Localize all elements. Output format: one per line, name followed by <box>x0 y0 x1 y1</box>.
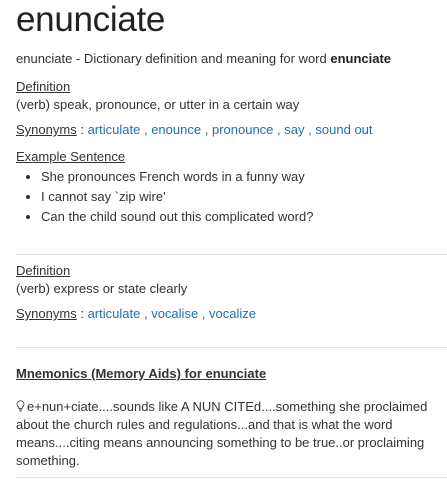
mnemonics-section: Mnemonics (Memory Aids) for enunciate e+… <box>16 366 441 470</box>
synonyms-line: Synonyms : articulate , enounce , pronou… <box>16 122 373 137</box>
example-item: I cannot say `zip wire' <box>41 187 447 207</box>
example-item: Can the child sound out this complicated… <box>41 207 447 227</box>
definition-block-2: Definition (verb) express or state clear… <box>16 263 256 322</box>
definition-label: Definition <box>16 79 71 94</box>
section-divider <box>16 254 447 255</box>
synonyms-line: Synonyms : articulate , vocalise , vocal… <box>16 306 257 321</box>
synonyms-colon: : <box>80 122 84 137</box>
section-divider <box>16 347 447 348</box>
mnemonic-entry: e+nun+ciate....sounds like A NUN CITEd..… <box>16 398 441 470</box>
word-title: enunciate <box>16 0 166 39</box>
synonym-link-pronounce[interactable]: pronounce <box>212 122 273 137</box>
synonym-link-sound-out[interactable]: sound out <box>315 122 372 137</box>
summary-line: enunciate - Dictionary definition and me… <box>16 51 447 67</box>
dictionary-page: enunciate enunciate - Dictionary definit… <box>0 0 447 480</box>
section-divider <box>16 477 447 478</box>
example-list: She pronounces French words in a funny w… <box>16 167 447 227</box>
synonym-link-say[interactable]: say <box>284 122 304 137</box>
summary-word: enunciate <box>330 51 392 66</box>
synonyms-label: Synonyms <box>16 306 77 321</box>
mnemonic-text: e+nun+ciate....sounds like A NUN CITEd..… <box>16 399 428 468</box>
synonym-link-articulate[interactable]: articulate <box>88 122 141 137</box>
definition-text: (verb) speak, pronounce, or utter in a c… <box>16 97 300 112</box>
definition-text: (verb) express or state clearly <box>16 281 188 296</box>
example-sentence-label: Example Sentence <box>16 149 126 164</box>
synonym-link-vocalize[interactable]: vocalize <box>209 306 256 321</box>
definition-label: Definition <box>16 263 71 278</box>
definition-block-1: Definition (verb) speak, pronounce, or u… <box>16 79 447 227</box>
summary-prefix: enunciate - Dictionary definition and me… <box>16 51 331 66</box>
lightbulb-icon <box>16 400 25 412</box>
example-item: She pronounces French words in a funny w… <box>41 167 447 187</box>
mnemonics-title: Mnemonics (Memory Aids) for enunciate <box>16 366 267 381</box>
synonym-link-enounce[interactable]: enounce <box>151 122 201 137</box>
synonyms-colon: : <box>80 306 84 321</box>
synonym-link-articulate[interactable]: articulate <box>88 306 141 321</box>
synonyms-label: Synonyms <box>16 122 77 137</box>
synonym-link-vocalise[interactable]: vocalise <box>151 306 198 321</box>
